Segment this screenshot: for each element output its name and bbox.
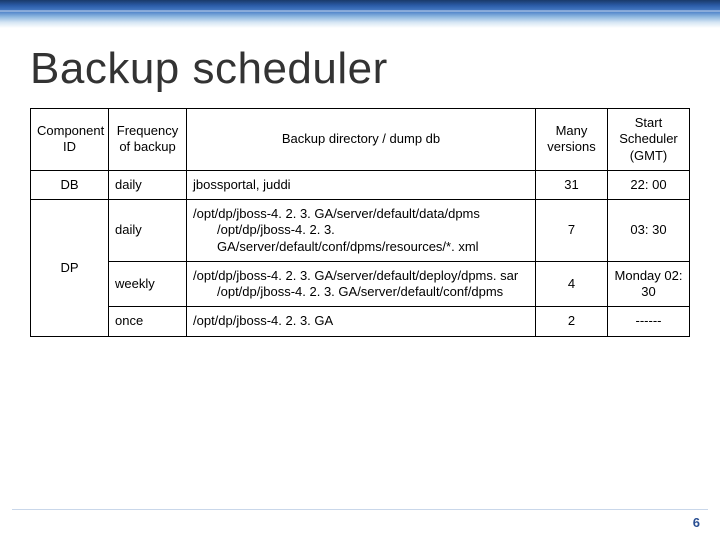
table-row: weekly /opt/dp/jboss-4. 2. 3. GA/server/… xyxy=(31,261,690,307)
cell-directory: /opt/dp/jboss-4. 2. 3. GA xyxy=(187,307,536,336)
cell-start: 03: 30 xyxy=(608,200,690,262)
bottom-rule xyxy=(12,509,708,510)
slide-top-banner xyxy=(0,0,720,28)
cell-many-versions: 7 xyxy=(536,200,608,262)
slide-title: Backup scheduler xyxy=(30,44,690,94)
directory-text: /opt/dp/jboss-4. 2. 3. GA/server/default… xyxy=(193,206,529,255)
cell-directory: /opt/dp/jboss-4. 2. 3. GA/server/default… xyxy=(187,261,536,307)
table-header-row: Component ID Frequency of backup Backup … xyxy=(31,109,690,171)
cell-start: 22: 00 xyxy=(608,170,690,199)
cell-directory: jbossportal, juddi xyxy=(187,170,536,199)
slide-body: Backup scheduler Component ID Frequency … xyxy=(0,28,720,540)
table-row: once /opt/dp/jboss-4. 2. 3. GA 2 ------ xyxy=(31,307,690,336)
table-row: DP daily /opt/dp/jboss-4. 2. 3. GA/serve… xyxy=(31,200,690,262)
cell-start: ------ xyxy=(608,307,690,336)
table-row: DB daily jbossportal, juddi 31 22: 00 xyxy=(31,170,690,199)
directory-text: /opt/dp/jboss-4. 2. 3. GA/server/default… xyxy=(193,268,529,301)
cell-directory: /opt/dp/jboss-4. 2. 3. GA/server/default… xyxy=(187,200,536,262)
col-frequency: Frequency of backup xyxy=(109,109,187,171)
cell-frequency: daily xyxy=(109,170,187,199)
col-start-scheduler: Start Scheduler (GMT) xyxy=(608,109,690,171)
cell-frequency: daily xyxy=(109,200,187,262)
cell-frequency: weekly xyxy=(109,261,187,307)
cell-component-id: DP xyxy=(31,200,109,337)
cell-frequency: once xyxy=(109,307,187,336)
cell-many-versions: 4 xyxy=(536,261,608,307)
cell-many-versions: 2 xyxy=(536,307,608,336)
page-number: 6 xyxy=(693,515,700,530)
cell-many-versions: 31 xyxy=(536,170,608,199)
cell-component-id: DB xyxy=(31,170,109,199)
backup-table: Component ID Frequency of backup Backup … xyxy=(30,108,690,337)
col-many-versions: Many versions xyxy=(536,109,608,171)
col-directory: Backup directory / dump db xyxy=(187,109,536,171)
cell-start: Monday 02: 30 xyxy=(608,261,690,307)
col-component-id: Component ID xyxy=(31,109,109,171)
